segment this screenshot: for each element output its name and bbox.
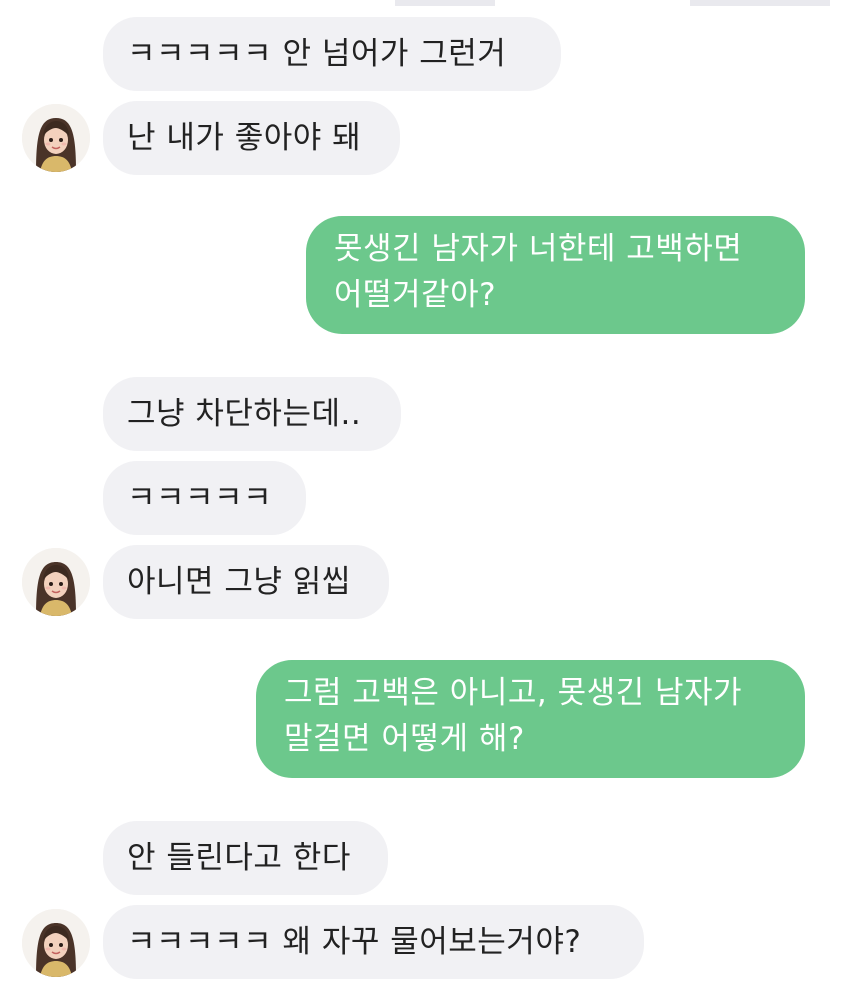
cropped-bubble-edge (395, 0, 495, 6)
message-text: 그냥 차단하는데.. (127, 396, 362, 432)
outgoing-message-bubble[interactable]: 그럼 고백은 아니고, 못생긴 남자가 말걸면 어떻게 해? (256, 660, 805, 778)
incoming-message-bubble[interactable]: 그냥 차단하는데.. (103, 377, 401, 451)
incoming-message-bubble[interactable]: ㅋㅋㅋㅋㅋ 안 넘어가 그런거 (103, 17, 561, 91)
message-text: ㅋㅋㅋㅋㅋ 왜 자꾸 물어보는거야? (127, 924, 582, 960)
cropped-bubble-edge (690, 0, 830, 6)
message-text: ㅋㅋㅋㅋㅋ 안 넘어가 그런거 (127, 36, 507, 72)
outgoing-message-bubble[interactable]: 못생긴 남자가 너한테 고백하면 어떨거같아? (306, 216, 805, 334)
message-text-line: 어떨거같아? (334, 277, 497, 313)
contact-avatar[interactable] (22, 909, 90, 977)
message-text: 안 들린다고 한다 (127, 840, 351, 876)
message-text: ㅋㅋㅋㅋㅋ (127, 480, 273, 516)
incoming-message-bubble[interactable]: ㅋㅋㅋㅋㅋ (103, 461, 306, 535)
message-text: 아니면 그냥 읽씹 (127, 564, 351, 600)
girl-portrait-avatar-icon (22, 548, 90, 616)
incoming-message-bubble[interactable]: ㅋㅋㅋㅋㅋ 왜 자꾸 물어보는거야? (103, 905, 644, 979)
message-text-line: 못생긴 남자가 너한테 고백하면 (334, 231, 743, 267)
message-text: 난 내가 좋아야 돼 (127, 120, 362, 156)
girl-portrait-avatar-icon (22, 104, 90, 172)
girl-portrait-avatar-icon (22, 909, 90, 977)
incoming-message-bubble[interactable]: 아니면 그냥 읽씹 (103, 545, 389, 619)
message-text-line: 그럼 고백은 아니고, 못생긴 남자가 (284, 675, 743, 711)
incoming-message-bubble[interactable]: 난 내가 좋아야 돼 (103, 101, 400, 175)
contact-avatar[interactable] (22, 104, 90, 172)
contact-avatar[interactable] (22, 548, 90, 616)
message-text-line: 말걸면 어떻게 해? (284, 721, 525, 757)
incoming-message-bubble[interactable]: 안 들린다고 한다 (103, 821, 388, 895)
